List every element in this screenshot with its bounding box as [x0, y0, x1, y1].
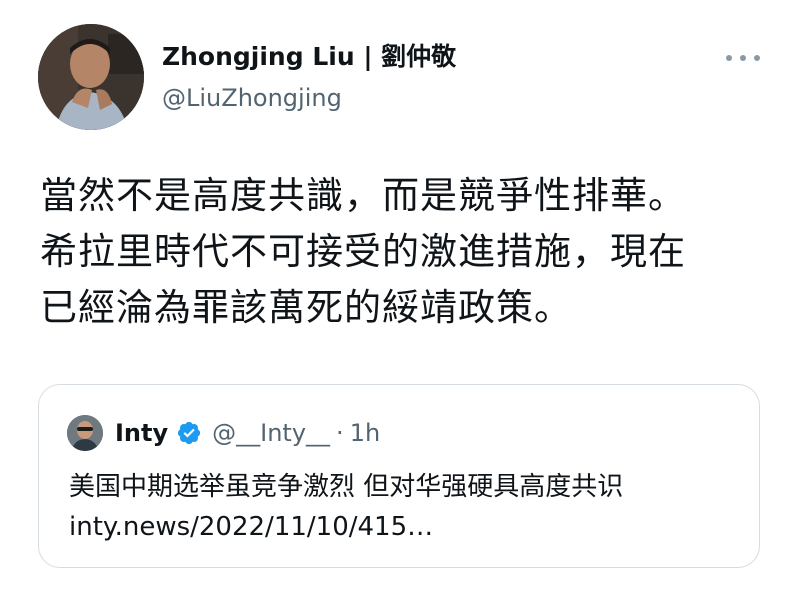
- author-avatar[interactable]: [38, 24, 144, 130]
- author-name[interactable]: Zhongjing Liu | 劉仲敬: [162, 40, 456, 74]
- quoted-author-name[interactable]: Inty: [115, 419, 168, 447]
- quoted-link[interactable]: inty.news/2022/11/10/415…: [69, 507, 739, 547]
- quoted-tweet-card[interactable]: Inty @__Inty__ · 1h 美国中期选举虽竞争激烈 但对华强硬具高度…: [38, 384, 760, 568]
- more-dot: [754, 55, 760, 61]
- tweet: Zhongjing Liu | 劉仲敬 @LiuZhongjing 當然不是高度…: [0, 0, 800, 607]
- quoted-tweet-text: 美国中期选举虽竞争激烈 但对华强硬具高度共识 inty.news/2022/11…: [69, 467, 739, 547]
- author-handle[interactable]: @LiuZhongjing: [162, 82, 342, 114]
- tweet-text-line: 當然不是高度共識，而是競爭性排華。: [40, 174, 686, 217]
- more-dot: [726, 55, 732, 61]
- quoted-author-avatar[interactable]: [67, 415, 103, 451]
- separator-dot: ·: [336, 419, 344, 447]
- more-options-icon[interactable]: [726, 48, 760, 68]
- tweet-text-line: 已經淪為罪該萬死的綏靖政策。: [40, 286, 572, 329]
- quoted-text-line: 美国中期选举虽竞争激烈 但对华强硬具高度共识: [69, 472, 624, 502]
- verified-badge-icon: [176, 420, 202, 446]
- quoted-tweet-header: Inty @__Inty__ · 1h: [115, 413, 380, 453]
- tweet-text-line: 希拉里時代不可接受的激進措施，現在: [40, 230, 686, 273]
- quoted-author-handle[interactable]: @__Inty__: [212, 419, 330, 447]
- tweet-text: 當然不是高度共識，而是競爭性排華。 希拉里時代不可接受的激進措施，現在 已經淪為…: [40, 168, 770, 336]
- more-dot: [740, 55, 746, 61]
- quoted-tweet-time[interactable]: 1h: [350, 419, 380, 447]
